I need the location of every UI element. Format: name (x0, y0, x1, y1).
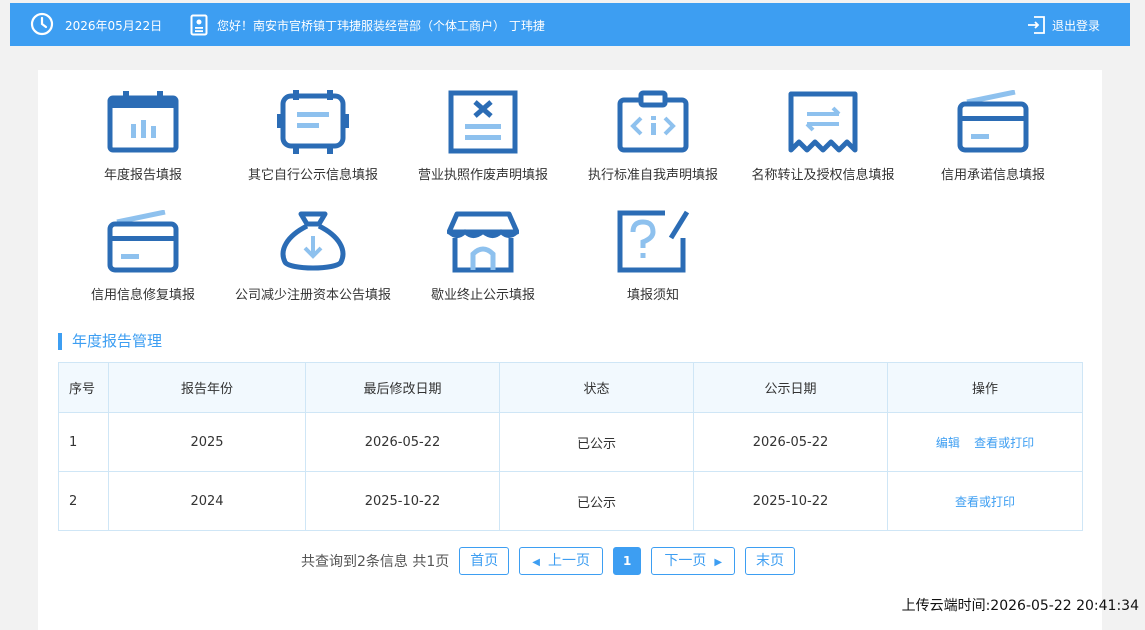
money-bag-down-icon (280, 211, 346, 271)
pagination: 共查询到2条信息 共1页 首页 ◀ 上一页 1 下一页 ▶ 末页 (301, 547, 796, 575)
cell-actions: 编辑 查看或打印 (887, 412, 1083, 472)
cell-seq: 2 (58, 471, 109, 531)
column-header: 状态 (499, 362, 694, 413)
first-page-button[interactable]: 首页 (459, 547, 510, 575)
cell-status: 已公示 (499, 471, 694, 531)
cell-modified: 2026-05-22 (305, 412, 500, 472)
tile-label: 年度报告填报 (103, 168, 182, 183)
tile-label: 执行标准自我声明填报 (587, 168, 718, 183)
tile-credit-repair[interactable]: 信用信息修复填报 (58, 210, 228, 305)
tile-license-void[interactable]: 营业执照作废声明填报 (398, 90, 568, 185)
current-page-button[interactable]: 1 (612, 547, 642, 575)
next-page-label: 下一页 (664, 553, 707, 569)
annual-report-table: 序号 报告年份 最后修改日期 状态 公示日期 操作 1 2025 2026-05… (58, 362, 1083, 531)
current-date: 2026年05月22日 (65, 19, 163, 33)
clipboard-code-icon (617, 90, 689, 153)
screen-document-icon (277, 90, 349, 154)
caret-left-icon: ◀ (532, 557, 540, 568)
cell-modified: 2025-10-22 (305, 471, 500, 531)
question-edit-icon (617, 210, 689, 273)
store-icon (447, 211, 519, 273)
clock-icon (30, 12, 54, 36)
tile-label: 信用信息修复填报 (90, 288, 195, 303)
credit-card-icon (107, 210, 179, 273)
user-greeting: 您好！南安市官桥镇丁玮捷服装经营部（个体工商户） 丁玮捷 (217, 19, 545, 33)
document-cancel-icon (448, 90, 518, 154)
transfer-receipt-icon (788, 91, 858, 153)
tile-other-disclosure[interactable]: 其它自行公示信息填报 (228, 90, 398, 185)
tile-label: 歇业终止公示填报 (430, 288, 535, 303)
column-header: 操作 (887, 362, 1083, 413)
cell-year: 2025 (108, 412, 306, 472)
cell-year: 2024 (108, 471, 306, 531)
calendar-chart-icon (107, 91, 179, 153)
tile-label: 信用承诺信息填报 (940, 168, 1045, 183)
top-bar: 2026年05月22日 您好！南安市官桥镇丁玮捷服装经营部（个体工商户） 丁玮捷… (10, 3, 1130, 46)
caret-right-icon: ▶ (714, 557, 723, 568)
tile-filing-notice[interactable]: 填报须知 (568, 210, 738, 305)
tile-label: 其它自行公示信息填报 (247, 168, 378, 183)
edit-link[interactable]: 编辑 (936, 436, 960, 450)
prev-page-button[interactable]: ◀ 上一页 (519, 547, 603, 575)
tile-label: 公司减少注册资本公告填报 (234, 288, 391, 303)
cell-published: 2026-05-22 (693, 412, 888, 472)
upload-time: 上传云端时间:2026-05-22 20:41:34 (901, 598, 1139, 614)
tile-label: 营业执照作废声明填报 (417, 168, 548, 183)
logout-label: 退出登录 (1051, 18, 1100, 33)
credit-card-icon (957, 90, 1029, 153)
tile-label: 填报须知 (626, 288, 679, 303)
tile-label: 名称转让及授权信息填报 (751, 168, 895, 183)
table-row: 2 2024 2025-10-22 已公示 2025-10-22 查看或打印 (58, 471, 1083, 531)
cell-seq: 1 (58, 412, 109, 472)
logout-button[interactable]: 退出登录 (1026, 15, 1100, 35)
column-header: 公示日期 (693, 362, 888, 413)
tile-credit-commitment[interactable]: 信用承诺信息填报 (908, 90, 1078, 185)
tile-standard-declaration[interactable]: 执行标准自我声明填报 (568, 90, 738, 185)
column-header: 报告年份 (108, 362, 306, 413)
last-page-button[interactable]: 末页 (745, 547, 796, 575)
tile-capital-reduction[interactable]: 公司减少注册资本公告填报 (228, 210, 398, 305)
cell-status: 已公示 (499, 412, 694, 472)
section-title: 年度报告管理 (58, 333, 162, 350)
column-header: 最后修改日期 (305, 362, 500, 413)
column-header: 序号 (58, 362, 109, 413)
prev-page-label: 上一页 (547, 553, 590, 569)
tile-closure-disclosure[interactable]: 歇业终止公示填报 (398, 210, 568, 305)
pager-summary: 共查询到2条信息 共1页 (301, 554, 450, 570)
next-page-button[interactable]: 下一页 ▶ (651, 547, 736, 575)
view-print-link[interactable]: 查看或打印 (955, 495, 1015, 509)
logout-icon (1027, 16, 1045, 34)
id-card-icon (190, 14, 208, 36)
table-row: 1 2025 2026-05-22 已公示 2026-05-22 编辑 查看或打… (58, 412, 1083, 472)
tile-annual-report[interactable]: 年度报告填报 (58, 90, 228, 185)
table-header-row: 序号 报告年份 最后修改日期 状态 公示日期 操作 (58, 362, 1083, 413)
tile-name-transfer[interactable]: 名称转让及授权信息填报 (738, 90, 908, 185)
cell-published: 2025-10-22 (693, 471, 888, 531)
view-print-link[interactable]: 查看或打印 (974, 436, 1034, 450)
cell-actions: 查看或打印 (887, 471, 1083, 531)
